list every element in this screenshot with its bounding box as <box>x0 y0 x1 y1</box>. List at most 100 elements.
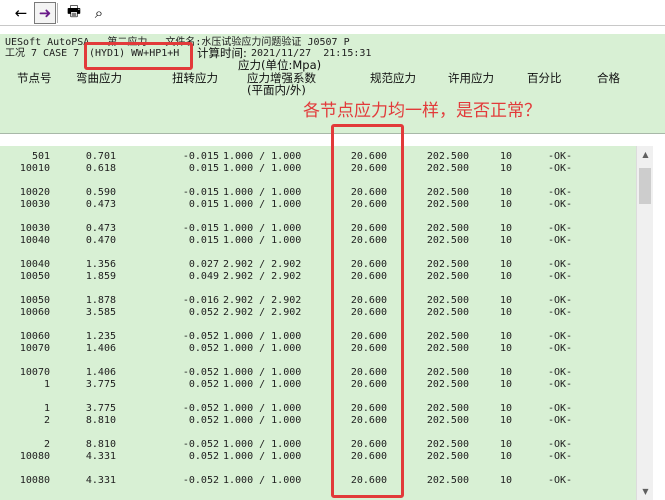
pass-cell: -OK- <box>548 187 573 198</box>
report-title-line: UESoft AutoPSA 第二应力 文件名:水压试验应力问题验证 J0507… <box>5 37 350 48</box>
pass-cell: -OK- <box>548 259 573 270</box>
sif-cell: 1.000 / 1.000 <box>223 415 302 426</box>
bending-stress-cell: 8.810 <box>85 439 116 450</box>
sif-cell: 1.000 / 1.000 <box>223 235 302 246</box>
node-cell: 10070 <box>19 343 50 354</box>
table-row: 10080 4.331 -0.052 1.000 / 1.000 20.600 202.5… <box>0 475 636 487</box>
torsion-stress-cell: -0.015 <box>182 151 219 162</box>
torsion-stress-cell: 0.052 <box>188 343 219 354</box>
sif-cell: 1.000 / 1.000 <box>223 187 302 198</box>
col-sif-sub: (平面内/外) <box>247 83 306 97</box>
code-stress-cell: 20.600 <box>350 367 387 378</box>
code-stress-cell: 20.600 <box>350 223 387 234</box>
print-icon[interactable]: 🖶 <box>63 2 85 24</box>
torsion-stress-cell: -0.052 <box>182 367 219 378</box>
node-cell: 10050 <box>19 295 50 306</box>
code-stress-cell: 20.600 <box>350 343 387 354</box>
back-arrow-icon[interactable]: ← <box>10 2 32 24</box>
bending-stress-cell: 3.585 <box>85 307 116 318</box>
pass-cell: -OK- <box>548 403 573 414</box>
scroll-thumb[interactable] <box>639 168 651 204</box>
node-cell: 10060 <box>19 307 50 318</box>
table-row: 10070 1.406 -0.052 1.000 / 1.000 20.600 202.5… <box>0 367 636 379</box>
sif-cell: 1.000 / 1.000 <box>223 439 302 450</box>
code-stress-cell: 20.600 <box>350 199 387 210</box>
binoculars-icon[interactable]: ⌕ <box>88 2 110 24</box>
code-stress-cell: 20.600 <box>350 451 387 462</box>
code-stress-cell: 20.600 <box>350 475 387 486</box>
code-stress-cell: 20.600 <box>350 187 387 198</box>
scroll-down-icon[interactable]: ▼ <box>637 483 654 500</box>
annotation-text: 各节点应力均一样，是否正常？ <box>303 101 541 121</box>
code-stress-cell: 20.600 <box>350 379 387 390</box>
percent-cell: 10 <box>499 331 512 342</box>
table-row: 501 0.701 -0.015 1.000 / 1.000 20.600 202.500… <box>0 151 636 163</box>
table-row: 10060 1.235 -0.052 1.000 / 1.000 20.600 202.5… <box>0 331 636 343</box>
bending-stress-cell: 8.810 <box>85 415 116 426</box>
percent-cell: 10 <box>499 235 512 246</box>
bending-stress-cell: 1.859 <box>85 271 116 282</box>
allowable-stress-cell: 202.500 <box>426 367 469 378</box>
allowable-stress-cell: 202.500 <box>426 343 469 354</box>
allowable-stress-cell: 202.500 <box>426 187 469 198</box>
code-stress-cell: 20.600 <box>350 295 387 306</box>
table-row: 10050 1.859 0.049 2.902 / 2.902 20.600 202.50… <box>0 271 636 283</box>
node-cell: 10020 <box>19 187 50 198</box>
sif-cell: 1.000 / 1.000 <box>223 379 302 390</box>
allowable-stress-cell: 202.500 <box>426 475 469 486</box>
allowable-stress-cell: 202.500 <box>426 307 469 318</box>
bending-stress-cell: 3.775 <box>85 379 116 390</box>
allowable-stress-cell: 202.500 <box>426 331 469 342</box>
pass-cell: -OK- <box>548 439 573 450</box>
pass-cell: -OK- <box>548 343 573 354</box>
bending-stress-cell: 0.473 <box>85 223 116 234</box>
sif-cell: 2.902 / 2.902 <box>223 259 302 270</box>
table-row: 10010 0.618 0.015 1.000 / 1.000 20.600 202.50… <box>0 163 636 175</box>
torsion-stress-cell: -0.052 <box>182 331 219 342</box>
table-row: 2 8.810 -0.052 1.000 / 1.000 20.600 202.500 10… <box>0 439 636 451</box>
code-stress-cell: 20.600 <box>350 259 387 270</box>
bending-stress-cell: 1.235 <box>85 331 116 342</box>
table-row: 1 3.775 0.052 1.000 / 1.000 20.600 202.500 10 -… <box>0 379 636 391</box>
vertical-scrollbar[interactable]: ▲ ▼ <box>636 146 653 500</box>
node-cell: 10060 <box>19 331 50 342</box>
bending-stress-cell: 0.470 <box>85 235 116 246</box>
allowable-stress-cell: 202.500 <box>426 163 469 174</box>
torsion-stress-cell: 0.052 <box>188 451 219 462</box>
pass-cell: -OK- <box>548 163 573 174</box>
pass-cell: -OK- <box>548 199 573 210</box>
node-cell: 1 <box>43 403 50 414</box>
torsion-stress-cell: -0.052 <box>182 439 219 450</box>
table-row: 1 3.775 -0.052 1.000 / 1.000 20.600 202.500 10… <box>0 403 636 415</box>
bending-stress-cell: 0.473 <box>85 199 116 210</box>
bending-stress-cell: 0.590 <box>85 187 116 198</box>
torsion-stress-cell: -0.052 <box>182 475 219 486</box>
bending-stress-cell: 3.775 <box>85 403 116 414</box>
percent-cell: 10 <box>499 475 512 486</box>
pass-cell: -OK- <box>548 151 573 162</box>
sif-cell: 1.000 / 1.000 <box>223 367 302 378</box>
percent-cell: 10 <box>499 151 512 162</box>
node-cell: 501 <box>31 151 50 162</box>
percent-cell: 10 <box>499 223 512 234</box>
percent-cell: 10 <box>499 439 512 450</box>
allowable-stress-cell: 202.500 <box>426 403 469 414</box>
case-prefix: 工况 7 CASE 7 <box>5 48 80 59</box>
percent-cell: 10 <box>499 187 512 198</box>
code-stress-cell: 20.600 <box>350 235 387 246</box>
node-cell: 10040 <box>19 235 50 246</box>
percent-cell: 10 <box>499 163 512 174</box>
table-row: 2 8.810 0.052 1.000 / 1.000 20.600 202.500 10 -… <box>0 415 636 427</box>
forward-arrow-icon[interactable]: ➜ <box>34 2 56 24</box>
torsion-stress-cell: -0.052 <box>182 403 219 414</box>
scroll-up-icon[interactable]: ▲ <box>637 146 654 163</box>
bending-stress-cell: 4.331 <box>85 475 116 486</box>
pass-cell: -OK- <box>548 451 573 462</box>
table-row: 10020 0.590 -0.015 1.000 / 1.000 20.600 202.5… <box>0 187 636 199</box>
header-gap <box>0 134 665 146</box>
table-row: 10060 3.585 0.052 2.902 / 2.902 20.600 202.50… <box>0 307 636 319</box>
node-cell: 10070 <box>19 367 50 378</box>
percent-cell: 10 <box>499 403 512 414</box>
table-row: 10080 4.331 0.052 1.000 / 1.000 20.600 202.50… <box>0 451 636 463</box>
percent-cell: 10 <box>499 367 512 378</box>
